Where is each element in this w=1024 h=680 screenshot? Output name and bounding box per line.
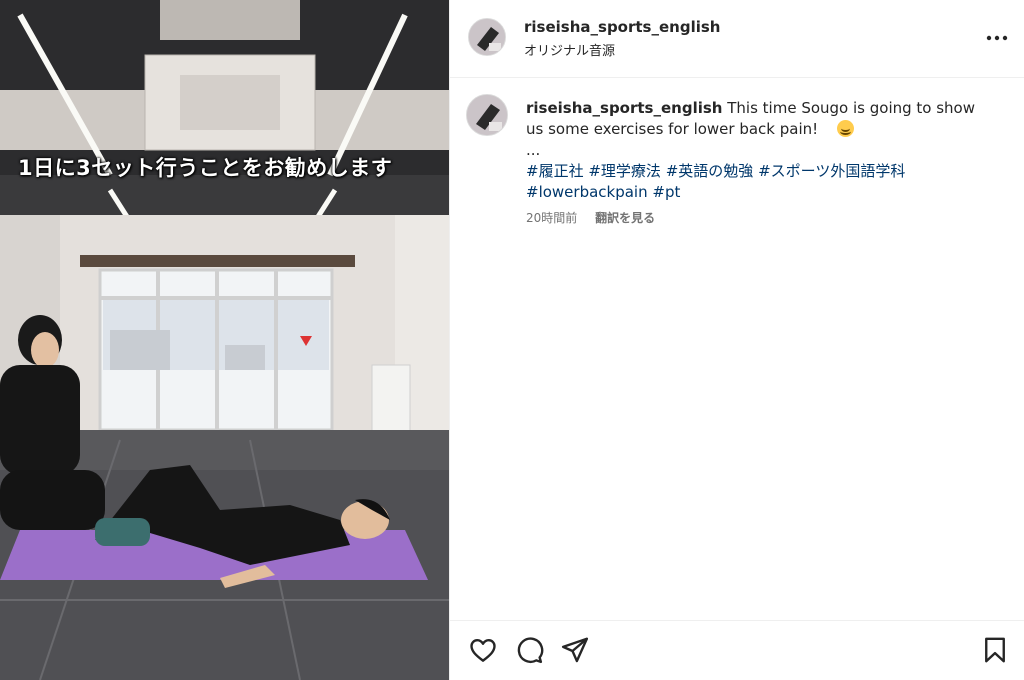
like-button[interactable]: [468, 635, 498, 665]
see-translation-button[interactable]: 翻訳を見る: [595, 211, 655, 225]
comment-ellipsis: ...: [526, 141, 541, 159]
hashtag-link[interactable]: #pt: [652, 183, 680, 201]
heart-icon: [470, 639, 496, 662]
instagram-post-view: 1日に3セット行うことをお勧めします riseisha_sports_engli…: [0, 0, 1024, 680]
avatar-image: [469, 19, 505, 55]
header-username[interactable]: riseisha_sports_english: [524, 18, 720, 36]
more-options-icon: [986, 35, 1008, 41]
comment-icon: [517, 637, 544, 664]
comment-button[interactable]: [514, 635, 544, 665]
comment-text-line: riseisha_sports_english This time Sougo …: [526, 98, 996, 140]
share-button[interactable]: [560, 635, 590, 665]
avatar[interactable]: [468, 18, 506, 56]
timestamp[interactable]: 20時間前: [526, 211, 577, 225]
comment-username[interactable]: riseisha_sports_english: [526, 99, 722, 117]
video-player[interactable]: 1日に3セット行うことをお勧めします: [0, 0, 449, 680]
hashtag-link[interactable]: #履正社: [526, 162, 584, 180]
save-button[interactable]: [980, 635, 1010, 665]
hashtag-link[interactable]: #理学療法: [588, 162, 661, 180]
hashtag-link[interactable]: #lowerbackpain: [526, 183, 648, 201]
comment-meta: 20時間前 翻訳を見る: [526, 208, 996, 229]
avatar-image: [467, 95, 507, 135]
post-details-panel: riseisha_sports_english オリジナル音源 riseisha…: [449, 0, 1024, 680]
post-header: riseisha_sports_english オリジナル音源: [450, 0, 1024, 78]
smiling-face-icon: [836, 120, 854, 137]
video-caption-overlay: 1日に3セット行うことをお勧めします: [18, 156, 393, 180]
comment-body: riseisha_sports_english This time Sougo …: [526, 98, 996, 229]
bookmark-icon: [985, 637, 1005, 663]
action-bar: [450, 620, 1024, 680]
more-options-button[interactable]: [983, 26, 1011, 50]
hashtag-link[interactable]: #スポーツ外国語学科: [758, 162, 905, 180]
audio-label[interactable]: オリジナル音源: [524, 40, 615, 59]
avatar[interactable]: [466, 94, 508, 136]
hashtag-list: #履正社 #理学療法 #英語の勉強 #スポーツ外国語学科 #lowerbackp…: [526, 161, 996, 203]
video-frame: [0, 0, 449, 680]
hashtag-link[interactable]: #英語の勉強: [666, 162, 754, 180]
share-icon: [561, 637, 589, 663]
